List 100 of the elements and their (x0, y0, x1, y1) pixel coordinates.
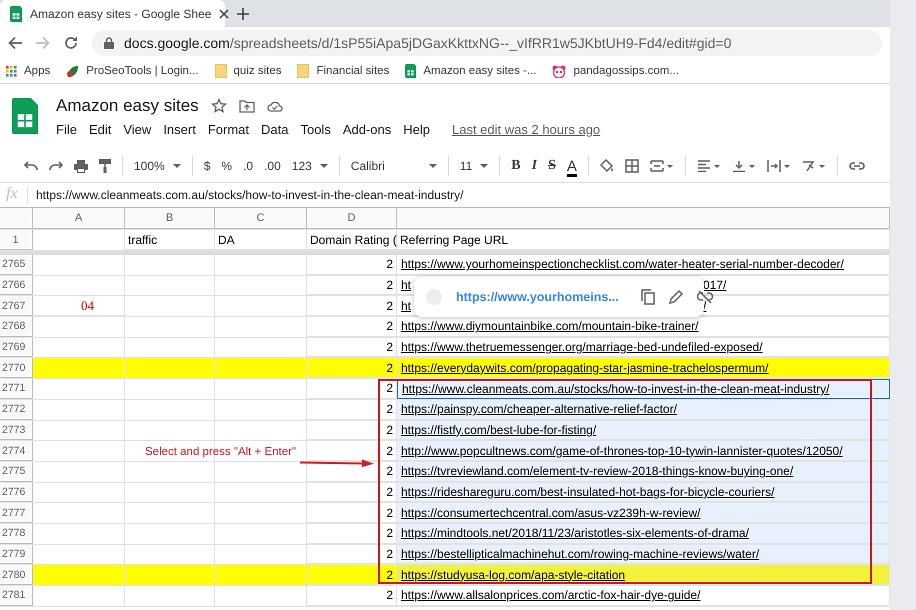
table-cell[interactable]: https://www.thetruemessenger.org/marriage-bed-undefiled-exposed/ (397, 338, 890, 358)
row-header[interactable]: 2765 (0, 255, 33, 275)
row-header[interactable]: 2770 (0, 358, 33, 378)
table-cell[interactable]: https://tvreviewland.com/element-tv-review-2018-things-know-buying-one/ (397, 462, 890, 482)
cloud-icon[interactable] (266, 100, 283, 112)
strikethrough-button[interactable]: S (548, 158, 556, 174)
row-header[interactable]: 2778 (0, 524, 33, 544)
new-tab-icon[interactable] (237, 8, 249, 20)
cell-link[interactable]: https://www.cleanmeats.com.au/stocks/how-to-invest-in-the-clean-meat-industry/ (402, 382, 830, 396)
table-cell[interactable]: http://www.popcultnews.com/game-of-thrones-top-10-tywin-lannister-quotes/12050/ (397, 441, 890, 461)
row-header[interactable]: 2766 (0, 276, 33, 296)
cell-link[interactable]: https://studyusa-log.com/apa-style-citation (401, 568, 626, 582)
column-header[interactable]: B (125, 208, 215, 229)
bookmark[interactable]: pandagossips.com... (552, 64, 679, 78)
table-cell[interactable]: https://www.allsalonprices.com/arctic-fox-hair-dye-guide/ (397, 586, 890, 606)
table-cell[interactable]: https://bestellipticalmachinehut.com/rowing-machine-reviews/water/ (397, 544, 890, 564)
undo-icon[interactable] (24, 161, 38, 171)
table-cell[interactable]: https://mindtools.net/2018/11/23/aristotles-six-elements-of-drama/ (397, 524, 890, 544)
cell-link[interactable]: https://mindtools.net/2018/11/23/aristotles-six-elements-of-drama/ (401, 526, 749, 540)
cell-link[interactable]: ht (401, 298, 412, 313)
link-icon[interactable] (848, 162, 865, 170)
cell-link[interactable]: https://www.yourhomeinspectionchecklist.com/water-heater-serial-number-decoder/ (401, 257, 844, 272)
table-cell[interactable]: https://painspy.com/cheaper-alternative-relief-factor/ (397, 400, 890, 420)
cell-link[interactable]: https://rideshareguru.com/best-insulated-hot-bags-for-bicycle-couriers/ (401, 484, 774, 499)
row-header[interactable]: 2776 (0, 482, 33, 502)
menu-item[interactable]: View (123, 122, 152, 136)
cell-link[interactable]: https://bestellipticalmachinehut.com/rowing-machine-reviews/water/ (401, 546, 760, 561)
last-edit-link[interactable]: Last edit was 2 hours ago (452, 122, 600, 136)
table-cell[interactable]: https://fistfy.com/best-lube-for-fisting/ (397, 420, 890, 440)
text-wrap-icon[interactable] (766, 160, 791, 172)
vertical-align-icon[interactable] (732, 160, 756, 172)
document-title[interactable]: Amazon easy sites (56, 96, 199, 116)
formula-input[interactable]: https://www.cleanmeats.com.au/stocks/how-to-invest-in-the-clean-meat-industry/ (28, 188, 464, 202)
cell-link[interactable]: https://everydaywits.com/propagating-star-jasmine-trachelospermum/ (401, 360, 768, 375)
row-header[interactable]: 2767 (0, 296, 33, 316)
italic-button[interactable]: I (532, 158, 538, 174)
copy-icon[interactable] (640, 289, 655, 305)
row-header[interactable]: 2779 (0, 544, 33, 564)
row-header[interactable]: 2772 (0, 400, 33, 420)
row-header[interactable]: 2769 (0, 338, 33, 358)
cell-link[interactable]: https://www.thetruemessenger.org/marriage-bed-undefiled-exposed/ (401, 340, 763, 354)
row-header[interactable]: 2775 (0, 462, 33, 482)
row-header[interactable]: 1 (0, 230, 33, 250)
cell-link[interactable]: 017/ (703, 278, 726, 292)
font-dropdown[interactable]: Calibri (350, 159, 437, 173)
increase-decimals-button[interactable]: .00 (264, 159, 281, 173)
merge-cells-icon[interactable] (650, 160, 674, 172)
cell-link[interactable]: https://consumertechcentral.com/asus-vz239h-w-review/ (401, 506, 700, 520)
cell-link[interactable]: https://www.diymountainbike.com/mountain-bike-trainer/ (401, 319, 698, 334)
cell-link[interactable]: https://tvreviewland.com/element-tv-review-2018-things-know-buying-one/ (401, 464, 794, 478)
percent-button[interactable]: % (221, 159, 232, 173)
row-header[interactable]: 2768 (0, 317, 33, 337)
print-icon[interactable] (74, 160, 88, 172)
fill-color-icon[interactable] (600, 159, 614, 173)
font-size-dropdown[interactable]: 11 (460, 159, 488, 173)
row-header[interactable]: 2773 (0, 420, 33, 440)
table-cell[interactable]: https://studyusa-log.com/apa-style-citation (397, 565, 890, 585)
column-header[interactable]: A (33, 208, 125, 229)
menu-item[interactable]: Insert (163, 122, 196, 136)
menu-item[interactable]: Help (403, 122, 430, 136)
row-header[interactable]: 2771 (0, 379, 33, 399)
currency-button[interactable]: $ (204, 159, 210, 173)
column-header[interactable]: D (307, 208, 397, 229)
cell-link[interactable]: https://www.allsalonprices.com/arctic-fox-hair-dye-guide/ (401, 588, 700, 602)
table-cell[interactable]: https://www.yourhomeinspectionchecklist.com/water-heater-serial-number-decoder/ (397, 255, 890, 275)
bookmark[interactable]: Apps (6, 65, 50, 77)
align-icon[interactable] (696, 160, 721, 172)
row-header[interactable]: 2774 (0, 441, 33, 461)
cell-link[interactable]: https://fistfy.com/best-lube-for-fisting/ (401, 422, 596, 437)
cell-link[interactable]: ht (401, 278, 412, 292)
cell-link[interactable]: http://www.popcultnews.com/game-of-thrones-top-10-tywin-lannister-quotes/12050/ (401, 444, 843, 458)
address-field[interactable]: docs.google.com/spreadsheets/d/1sP55iApa5jDGaxKkttxNG--_vIfRR1w5JKbtUH9-Fd4/edit#gid=0 (92, 30, 882, 56)
menu-item[interactable]: Data (261, 122, 288, 136)
table-cell[interactable]: https://everydaywits.com/propagating-star-jasmine-trachelospermum/ (397, 358, 890, 378)
folder-icon[interactable] (238, 98, 255, 112)
paint-format-icon[interactable] (99, 159, 111, 173)
redo-icon[interactable] (49, 161, 63, 171)
number-format-dropdown[interactable]: 123 (292, 159, 328, 173)
table-cell[interactable]: https://rideshareguru.com/best-insulated-hot-bags-for-bicycle-couriers/ (397, 482, 890, 502)
row-header[interactable]: 2780 (0, 565, 33, 585)
bookmark[interactable]: Amazon easy sites -... (405, 64, 536, 78)
back-icon[interactable] (8, 36, 22, 50)
menu-item[interactable]: File (56, 122, 77, 136)
bookmark[interactable]: quiz sites (214, 64, 282, 78)
table-cell[interactable]: https://www.cleanmeats.com.au/stocks/how-to-invest-in-the-clean-meat-industry/ (397, 379, 890, 399)
bold-button[interactable]: B (511, 158, 521, 174)
borders-icon[interactable] (624, 159, 639, 173)
pencil-icon[interactable] (668, 290, 683, 304)
menu-item[interactable]: Tools (300, 122, 331, 136)
menu-item[interactable]: Edit (88, 122, 112, 136)
menu-item[interactable]: Add-ons (342, 122, 392, 136)
table-cell[interactable]: https://consumertechcentral.com/asus-vz239h-w-review/ (397, 503, 890, 523)
star-icon[interactable] (210, 98, 227, 114)
row-header[interactable]: 2781 (0, 586, 33, 606)
column-header[interactable]: C (215, 208, 307, 229)
close-icon[interactable] (219, 8, 230, 18)
reload-icon[interactable] (64, 36, 78, 50)
zoom-dropdown[interactable]: 100% (134, 159, 181, 173)
decrease-decimals-button[interactable]: .0 (243, 159, 254, 173)
bookmark[interactable]: Financial sites (297, 64, 390, 78)
